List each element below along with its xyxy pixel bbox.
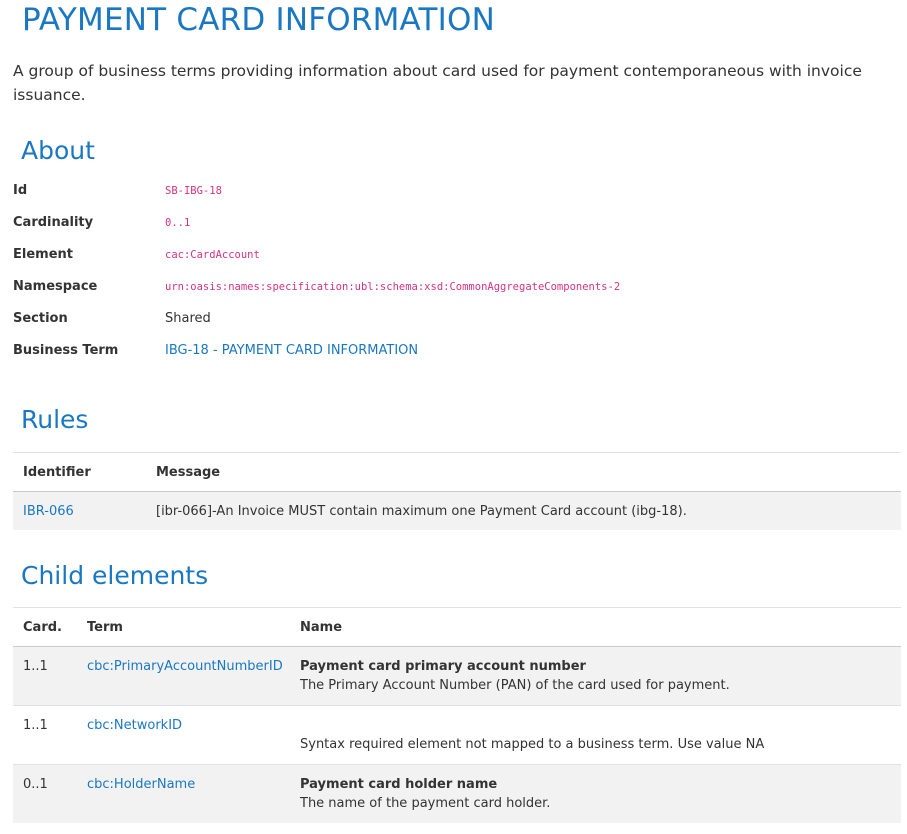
rule-message-cell: [ibr-066]-An Invoice MUST contain maximu… — [146, 491, 901, 530]
page-title: PAYMENT CARD INFORMATION — [22, 2, 495, 38]
about-label: Namespace — [13, 279, 98, 294]
term-cell: cbc:PrimaryAccountNumberID — [77, 646, 290, 706]
rules-table: Identifier Message IBR-066 [ibr-066]-An … — [13, 452, 901, 530]
table-row: 1..1 cbc:NetworkID Syntax required eleme… — [13, 705, 901, 765]
business-term-link[interactable]: IBG-18 - PAYMENT CARD INFORMATION — [165, 341, 418, 361]
card-cell: 0..1 — [13, 764, 77, 823]
page-description: A group of business terms providing info… — [13, 62, 862, 104]
column-header-name: Name — [290, 607, 901, 647]
column-header-identifier: Identifier — [13, 452, 146, 492]
term-link[interactable]: cbc:NetworkID — [87, 718, 182, 733]
term-cell: cbc:HolderName — [77, 764, 290, 823]
rules-header-row: Identifier Message — [13, 452, 901, 492]
term-cell: cbc:NetworkID — [77, 705, 290, 765]
about-heading: About — [21, 136, 95, 165]
element-name: Payment card primary account number — [300, 659, 586, 674]
about-label: Cardinality — [13, 215, 94, 230]
element-value: cac:CardAccount — [165, 249, 260, 261]
about-row-namespace: Namespace urn:oasis:names:specification:… — [13, 277, 893, 297]
id-value: SB-IBG-18 — [165, 185, 222, 197]
child-header-row: Card. Term Name — [13, 607, 901, 647]
about-label: Id — [13, 183, 28, 198]
about-row-cardinality: Cardinality 0..1 — [13, 213, 893, 233]
element-name: Payment card holder name — [300, 777, 498, 792]
column-header-card: Card. — [13, 607, 77, 647]
table-row: IBR-066 [ibr-066]-An Invoice MUST contai… — [13, 491, 901, 530]
rule-identifier-link[interactable]: IBR-066 — [23, 504, 74, 519]
child-elements-heading: Child elements — [21, 561, 209, 590]
table-row: 1..1 cbc:PrimaryAccountNumberID Payment … — [13, 646, 901, 706]
term-link[interactable]: cbc:HolderName — [87, 777, 195, 792]
name-cell: Payment card holder name The name of the… — [290, 764, 901, 823]
cardinality-value: 0..1 — [165, 217, 191, 229]
namespace-value: urn:oasis:names:specification:ubl:schema… — [165, 281, 621, 293]
about-row-business-term: Business Term IBG-18 - PAYMENT CARD INFO… — [13, 341, 893, 361]
name-cell: Syntax required element not mapped to a … — [290, 705, 901, 765]
about-row-section: Section Shared — [13, 309, 893, 329]
column-header-message: Message — [146, 452, 901, 492]
element-description: The name of the payment card holder. — [300, 796, 551, 811]
element-name — [300, 716, 901, 735]
rules-heading: Rules — [21, 405, 89, 434]
element-description: Syntax required element not mapped to a … — [300, 737, 765, 752]
about-row-id: Id SB-IBG-18 — [13, 181, 893, 201]
name-cell: Payment card primary account number The … — [290, 646, 901, 706]
section-value: Shared — [165, 311, 211, 326]
rule-identifier-cell: IBR-066 — [13, 491, 146, 530]
table-row: 0..1 cbc:HolderName Payment card holder … — [13, 764, 901, 823]
about-label: Element — [13, 247, 73, 262]
about-row-element: Element cac:CardAccount — [13, 245, 893, 265]
column-header-term: Term — [77, 607, 290, 647]
about-label: Section — [13, 311, 68, 326]
card-cell: 1..1 — [13, 705, 77, 765]
element-description: The Primary Account Number (PAN) of the … — [300, 678, 730, 693]
about-label: Business Term — [13, 343, 119, 358]
term-link[interactable]: cbc:PrimaryAccountNumberID — [87, 659, 283, 674]
child-elements-table: Card. Term Name 1..1 cbc:PrimaryAccountN… — [13, 607, 901, 823]
card-cell: 1..1 — [13, 646, 77, 706]
